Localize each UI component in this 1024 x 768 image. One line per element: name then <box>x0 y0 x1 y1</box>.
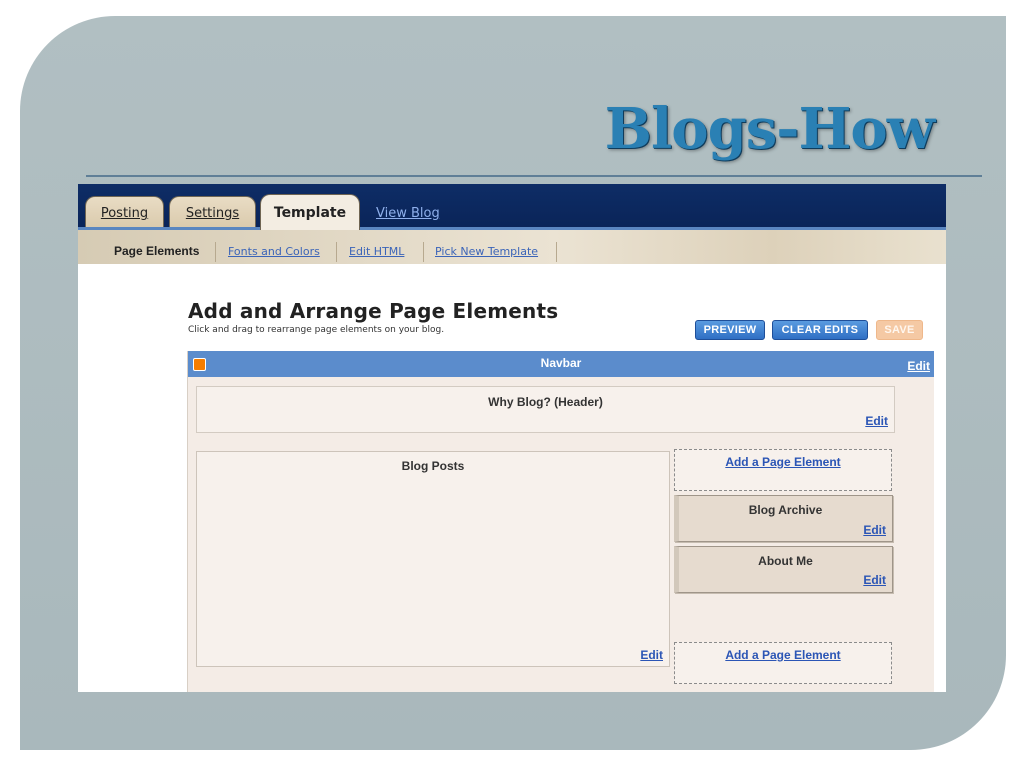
tab-template-label: Template <box>273 204 347 221</box>
sidebar-widget-blog-archive[interactable]: Blog Archive Edit <box>674 495 893 542</box>
subnav-separator <box>336 242 337 262</box>
header-edit-link[interactable]: Edit <box>865 414 888 428</box>
subnav-edit-html[interactable]: Edit HTML <box>349 245 404 258</box>
tab-settings-label: Settings <box>185 206 240 221</box>
subnav-pick-new-template[interactable]: Pick New Template <box>435 245 538 258</box>
blog-posts-label: Blog Posts <box>401 459 465 473</box>
subnav-separator <box>423 242 424 262</box>
page-layout-editor: Navbar Edit Why Blog? (Header) Edit Blog… <box>187 351 934 692</box>
add-page-element-top[interactable]: Add a Page Element <box>674 449 892 491</box>
blog-posts-element[interactable]: Blog Posts Edit <box>196 451 670 667</box>
save-button[interactable]: SAVE <box>876 320 923 340</box>
slide-title: Blogs-How <box>604 96 935 162</box>
add-page-element-bottom[interactable]: Add a Page Element <box>674 642 892 684</box>
subnav-separator <box>556 242 557 262</box>
top-tab-bar: Posting Settings Template View Blog <box>78 184 946 230</box>
clear-edits-button[interactable]: CLEAR EDITS <box>772 320 868 340</box>
navbar-element: Navbar Edit <box>188 351 934 377</box>
blog-posts-edit-link[interactable]: Edit <box>640 648 663 662</box>
blogger-screenshot: Posting Settings Template View Blog Page… <box>78 184 946 692</box>
tab-posting-label: Posting <box>100 206 149 221</box>
subnav-fonts-and-colors[interactable]: Fonts and Colors <box>228 245 320 258</box>
view-blog-link[interactable]: View Blog <box>376 206 440 221</box>
tab-settings[interactable]: Settings <box>169 196 256 230</box>
tab-posting[interactable]: Posting <box>85 196 164 230</box>
widget-edit-link[interactable]: Edit <box>863 523 886 537</box>
widget-label: Blog Archive <box>748 503 823 517</box>
navbar-edit-link[interactable]: Edit <box>907 359 930 373</box>
subnav-separator <box>215 242 216 262</box>
title-divider <box>86 175 982 177</box>
header-element[interactable]: Why Blog? (Header) Edit <box>196 386 895 433</box>
preview-button[interactable]: PREVIEW <box>695 320 765 340</box>
subnav-page-elements[interactable]: Page Elements <box>114 245 199 258</box>
page-title: Add and Arrange Page Elements <box>188 299 559 323</box>
sidebar-widget-about-me[interactable]: About Me Edit <box>674 546 893 593</box>
widget-label: About Me <box>758 554 813 568</box>
tab-template[interactable]: Template <box>260 194 360 230</box>
add-page-element-link[interactable]: Add a Page Element <box>675 648 891 662</box>
page-subtitle: Click and drag to rearrange page element… <box>188 325 445 335</box>
add-page-element-link[interactable]: Add a Page Element <box>675 455 891 469</box>
header-element-label: Why Blog? (Header) <box>488 395 603 409</box>
template-subnav: Page Elements Fonts and Colors Edit HTML… <box>78 230 946 264</box>
navbar-label: Navbar <box>540 356 582 370</box>
widget-edit-link[interactable]: Edit <box>863 573 886 587</box>
